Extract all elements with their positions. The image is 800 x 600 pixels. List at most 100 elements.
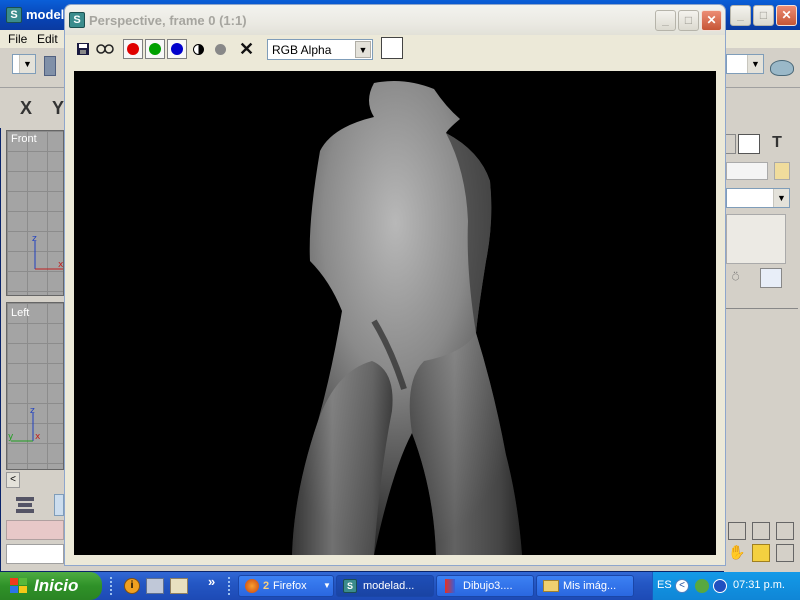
alpha-channel-icon[interactable] [193,44,204,55]
zoom-extents-icon[interactable] [752,522,770,540]
divider [726,308,798,309]
app-icon: S [343,579,357,593]
object-color-swatch[interactable] [774,162,790,180]
network-icon[interactable] [713,579,727,593]
prompt-line [6,520,64,540]
paint-icon [445,579,455,593]
rendered-image [74,71,716,555]
task-label: Firefox [273,580,307,592]
zoom-extents-all-icon[interactable] [776,522,794,540]
clock[interactable]: 07:31 p.m. [733,579,785,591]
start-label: Inicio [34,576,79,595]
render-frame-window: S Perspective, frame 0 (1:1) _ □ ✕ ✕ RGB… [64,4,726,566]
task-dibujo3[interactable]: Dibujo3.... [436,575,534,597]
app-icon: S [69,12,85,28]
green-dot-icon [149,43,161,55]
time-config-icon[interactable] [12,494,38,516]
folder-icon [543,580,559,592]
viewport-left[interactable]: Left z y x [6,302,64,470]
quicklaunch-chevron[interactable]: » [208,574,215,589]
save-icon[interactable] [73,39,93,59]
blue-channel-toggle[interactable] [167,39,187,59]
render-title-bar[interactable]: S Perspective, frame 0 (1:1) _ □ ✕ [65,5,725,35]
utilities-hammer-icon[interactable]: T [766,134,788,154]
channel-value: RGB Alpha [272,43,332,57]
red-channel-toggle[interactable] [123,39,143,59]
mirror-x-icon[interactable]: X [20,98,32,119]
channel-dropdown[interactable]: RGB Alpha ▼ [267,39,373,60]
monochrome-icon[interactable] [215,44,226,55]
red-dot-icon [127,43,139,55]
clear-icon[interactable]: ✕ [239,39,254,60]
task-modelad[interactable]: S modelad... [336,575,434,597]
maximize-viewport-icon[interactable] [776,544,794,562]
axis-z-label: z [32,234,37,244]
teapot-icon[interactable] [770,60,794,76]
firefox-icon [245,579,259,593]
maximize-button[interactable]: □ [753,5,774,26]
mirror-y-icon[interactable]: Y [52,98,64,119]
configure-sets-icon[interactable] [760,268,782,288]
windows-logo-icon [10,578,28,594]
task-label: modelad... [363,580,415,592]
chevron-down-icon: ▼ [773,189,789,207]
arc-rotate-icon[interactable] [752,544,770,562]
chevron-down-icon[interactable]: ▼ [355,41,371,58]
task-firefox[interactable]: 2 Firefox ▼ [238,575,334,597]
axis-x-label: x [35,432,41,442]
pan-hand-icon[interactable]: ✋ [728,544,746,562]
taskbar-grip[interactable] [228,577,234,595]
display-tab-icon[interactable] [738,134,760,154]
axis-gizmo-icon: z x [32,234,64,270]
object-name-field[interactable] [726,162,768,180]
start-button[interactable]: Inicio [0,572,102,600]
viewport-label-left: Left [11,307,30,319]
maxscript-listener[interactable] [6,544,64,564]
axis-y-label: y [8,432,14,442]
language-indicator[interactable]: ES [657,579,672,591]
system-tray: ES < 07:31 p.m. [652,572,800,600]
task-label: Mis imág... [563,580,617,592]
axis-z-label: z [30,406,35,416]
app-icon: S [6,7,22,23]
messenger-icon[interactable] [695,579,709,593]
close-button[interactable]: ✕ [776,5,797,26]
minimize-button[interactable]: _ [655,10,676,31]
task-mis-imagenes[interactable]: Mis imág... [536,575,634,597]
axis-gizmo-icon: z y x [8,406,41,442]
viewport-front[interactable]: Front z x [6,130,64,296]
show-desktop-icon[interactable] [146,578,164,594]
frame-spinner[interactable] [54,494,64,516]
quicklaunch-grip[interactable] [110,577,116,595]
clone-icon[interactable] [95,39,115,59]
app-launcher-icon[interactable] [170,578,188,594]
menu-file[interactable]: File [8,32,27,46]
minimize-button[interactable]: _ [730,5,751,26]
blue-dot-icon [171,43,183,55]
render-window-title: Perspective, frame 0 (1:1) [89,13,247,28]
close-button[interactable]: ✕ [701,10,722,31]
view-dropdown[interactable]: ▼ [726,54,764,74]
chevron-down-icon: ▼ [19,55,35,73]
modifier-stack[interactable] [726,214,786,264]
selection-dropdown[interactable]: ▼ [12,54,36,74]
scroll-left-button[interactable]: < [6,472,20,488]
panel-tab-icon[interactable] [726,134,736,154]
menu-edit[interactable]: Edit [37,32,58,46]
pin-stack-icon[interactable]: ⍥ [732,270,746,286]
green-channel-toggle[interactable] [145,39,165,59]
rendered-torso-figure [292,81,522,555]
chevron-down-icon: ▼ [747,55,763,73]
task-label: Dibujo3.... [463,580,513,592]
info-icon[interactable]: i [124,578,140,594]
maximize-button[interactable]: □ [678,10,699,31]
tray-expand-icon[interactable]: < [675,579,689,593]
color-swatch[interactable] [381,37,403,59]
chevron-down-icon: ▼ [323,581,331,590]
command-panel: T ▼ ⍥ ✋ [724,128,800,572]
link-icon[interactable] [44,56,56,76]
modifier-list-dropdown[interactable]: ▼ [726,188,790,208]
task-count: 2 [263,580,270,592]
region-zoom-icon[interactable] [728,522,746,540]
viewport-label-front: Front [11,133,37,145]
